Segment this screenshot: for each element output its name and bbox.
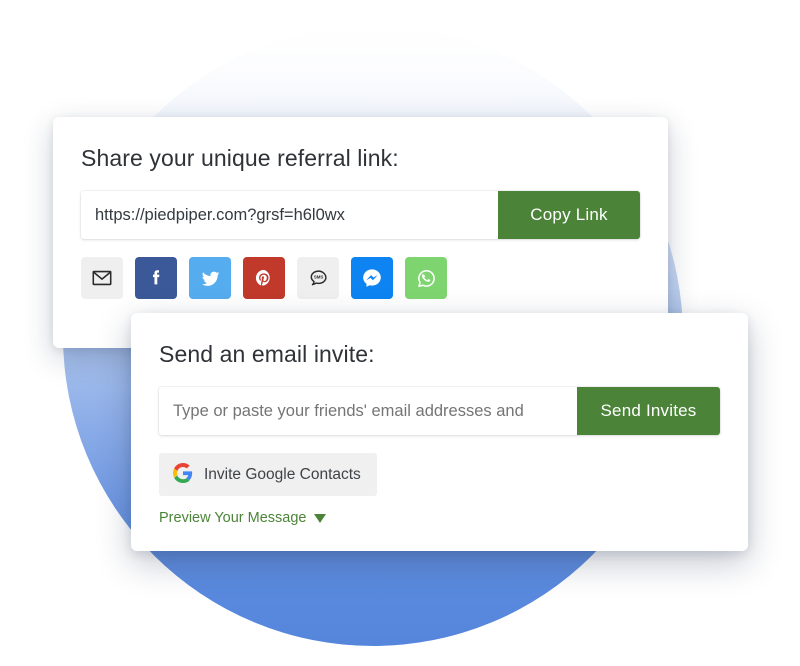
invite-google-contacts-button[interactable]: Invite Google Contacts xyxy=(159,453,377,496)
social-share-row: SMS xyxy=(81,257,640,299)
invite-google-contacts-label: Invite Google Contacts xyxy=(204,465,361,483)
copy-link-button[interactable]: Copy Link xyxy=(498,191,640,239)
twitter-icon xyxy=(199,267,222,290)
social-share-whatsapp-button[interactable] xyxy=(405,257,447,299)
whatsapp-icon xyxy=(415,267,438,290)
preview-message-wrapper: Preview Your Message xyxy=(159,496,720,527)
social-share-twitter-button[interactable] xyxy=(189,257,231,299)
preview-your-message-link[interactable]: Preview Your Message xyxy=(159,510,326,526)
pinterest-icon xyxy=(253,267,275,289)
sms-icon: SMS xyxy=(307,267,330,290)
send-invites-button[interactable]: Send Invites xyxy=(577,387,720,435)
messenger-icon xyxy=(360,266,384,290)
google-contacts-wrapper: Invite Google Contacts xyxy=(159,435,720,496)
referral-link-input[interactable] xyxy=(81,191,498,239)
social-share-email-button[interactable] xyxy=(81,257,123,299)
share-card-body: Share your unique referral link: Copy Li… xyxy=(53,117,668,299)
referral-link-row: Copy Link xyxy=(81,191,640,239)
social-share-facebook-button[interactable] xyxy=(135,257,177,299)
email-invite-row: Send Invites xyxy=(159,387,720,435)
chevron-down-icon xyxy=(313,513,326,523)
social-share-pinterest-button[interactable] xyxy=(243,257,285,299)
email-card-body: Send an email invite: Send Invites Invit… xyxy=(131,313,748,527)
send-email-invite-card: Send an email invite: Send Invites Invit… xyxy=(131,313,748,551)
facebook-icon xyxy=(145,267,167,289)
preview-your-message-label: Preview Your Message xyxy=(159,510,307,526)
social-share-sms-button[interactable]: SMS xyxy=(297,257,339,299)
email-addresses-input[interactable] xyxy=(159,387,577,435)
social-share-messenger-button[interactable] xyxy=(351,257,393,299)
envelope-icon xyxy=(91,267,113,289)
share-card-title: Share your unique referral link: xyxy=(81,145,399,171)
google-g-icon xyxy=(173,463,193,486)
email-card-title: Send an email invite: xyxy=(159,341,375,367)
svg-text:SMS: SMS xyxy=(313,274,323,279)
